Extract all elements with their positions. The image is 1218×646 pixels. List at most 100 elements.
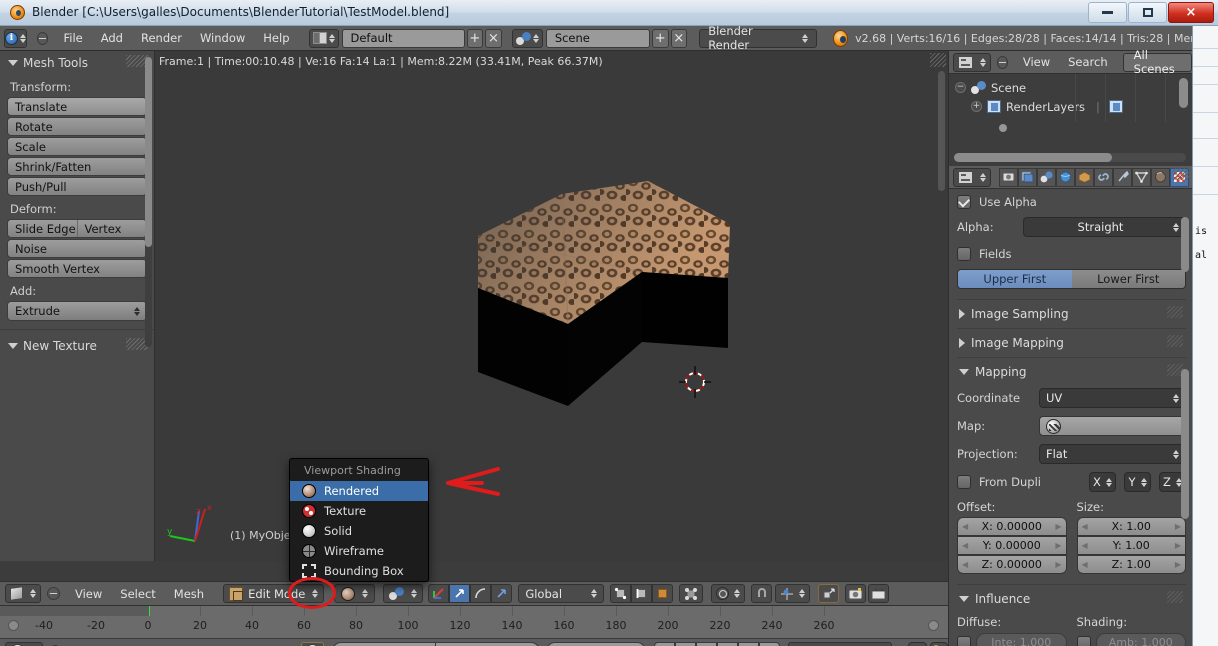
decrement-icon[interactable]: ◀ xyxy=(1082,522,1088,531)
material-tab-icon[interactable] xyxy=(1151,167,1170,187)
outliner-vertical-scrollbar[interactable] xyxy=(1179,78,1188,108)
play-button[interactable] xyxy=(716,642,738,646)
transform-orientation-selector[interactable]: Global xyxy=(518,584,605,603)
coordinate-dropdown[interactable]: UV xyxy=(1039,388,1186,408)
timeline-editor[interactable]: -40 -20 0 20 40 60 80 100 120 140 160 180 200 220 240 2… xyxy=(0,606,948,638)
size-z-field[interactable]: ◀ Z: 1.00 ▶ xyxy=(1076,555,1186,574)
collapse-menus-button[interactable] xyxy=(47,587,60,600)
increment-icon[interactable]: ▶ xyxy=(1055,522,1061,531)
render-engine-selector[interactable]: Blender Render xyxy=(699,24,818,52)
render-image-button[interactable] xyxy=(845,584,867,603)
collapse-icon[interactable]: − xyxy=(955,82,966,93)
render-tab-icon[interactable] xyxy=(999,167,1018,187)
outliner-editor[interactable]: View Search All Scenes − Scene + RenderL… xyxy=(948,48,1192,166)
alpha-dropdown[interactable]: Straight xyxy=(1023,217,1186,237)
menu-add[interactable]: Add xyxy=(92,29,132,47)
section-image-sampling[interactable]: Image Sampling xyxy=(957,302,1186,326)
outliner-horizontal-scrollbar[interactable] xyxy=(954,153,1186,162)
shading-option-rendered[interactable]: Rendered xyxy=(290,481,428,501)
offset-y-field[interactable]: ◀ Y: 0.00000 ▶ xyxy=(957,536,1067,555)
projection-dropdown[interactable]: Flat xyxy=(1039,444,1186,464)
upper-first-button[interactable]: Upper First xyxy=(958,270,1072,288)
timeline-ruler[interactable]: -40 -20 0 20 40 60 80 100 120 140 160 180 200 220 240 2… xyxy=(0,616,948,638)
menu-window[interactable]: Window xyxy=(191,29,254,47)
mapping-axis-x-button[interactable]: X xyxy=(1089,472,1116,492)
size-y-field[interactable]: ◀ Y: 1.00 ▶ xyxy=(1076,536,1186,555)
diffuse-intensity-checkbox[interactable] xyxy=(957,635,971,646)
shading-option-solid[interactable]: Solid xyxy=(290,521,428,541)
diffuse-intensity-row[interactable]: Inte: 1.000 xyxy=(957,633,1067,646)
map-field[interactable] xyxy=(1039,416,1186,436)
expand-icon[interactable]: + xyxy=(971,101,982,112)
field-order-toggle[interactable]: Upper First Lower First xyxy=(957,269,1186,289)
properties-scrollbar-top[interactable] xyxy=(1181,217,1189,272)
end-frame-field[interactable]: ◀ End: 250 ▶ xyxy=(436,642,541,646)
shading-ambient-row[interactable]: Amb: 1.000 xyxy=(1076,633,1186,646)
shading-option-texture[interactable]: Texture xyxy=(290,501,428,521)
outliner-display-mode[interactable]: All Scenes xyxy=(1122,48,1192,76)
current-frame-field[interactable]: ◀ 1 ▶ xyxy=(546,642,646,646)
object-tab-icon[interactable] xyxy=(1075,167,1094,187)
decrement-icon[interactable]: ◀ xyxy=(1082,560,1088,569)
close-button[interactable]: × xyxy=(1168,2,1214,23)
rotate-manipulator-button[interactable] xyxy=(470,584,492,603)
menu-help[interactable]: Help xyxy=(254,29,298,47)
timeline-scroll-handle-left[interactable] xyxy=(8,620,19,631)
menu-frame[interactable]: Frame xyxy=(170,643,224,646)
step-back-button[interactable] xyxy=(674,642,696,646)
renderlayers-icon[interactable] xyxy=(1108,100,1123,113)
add-scene-button[interactable]: + xyxy=(651,28,669,48)
size-x-field[interactable]: ◀ X: 1.00 ▶ xyxy=(1076,517,1186,536)
jump-end-button[interactable] xyxy=(758,642,780,646)
proportional-edit-selector[interactable] xyxy=(775,584,811,603)
screen-layout-selector[interactable] xyxy=(308,28,339,48)
editor-type-button[interactable] xyxy=(5,584,41,603)
minimize-button[interactable] xyxy=(1088,2,1127,23)
toolshelf-scrollbar[interactable] xyxy=(145,57,152,347)
scene-name-field[interactable]: Scene xyxy=(545,28,650,48)
offset-x-field[interactable]: ◀ X: 0.00000 ▶ xyxy=(957,517,1067,536)
editor-type-button[interactable]: i xyxy=(4,28,27,48)
section-mapping[interactable]: Mapping xyxy=(957,360,1186,384)
shading-mode-button[interactable] xyxy=(334,584,376,603)
data-tab-icon[interactable] xyxy=(1132,167,1151,187)
menu-mesh[interactable]: Mesh xyxy=(165,585,213,603)
panel-header-new-texture[interactable]: New Texture xyxy=(0,334,154,358)
decrement-icon[interactable]: ◀ xyxy=(1082,541,1088,550)
limit-to-visible-button[interactable] xyxy=(679,584,704,603)
section-influence[interactable]: Influence xyxy=(957,587,1186,611)
panel-header-mesh-tools[interactable]: Mesh Tools xyxy=(0,51,154,75)
shrink-fatten-button[interactable]: Shrink/Fatten xyxy=(7,157,147,176)
interaction-mode-selector[interactable]: Edit Mode xyxy=(223,584,325,603)
modifiers-tab-icon[interactable] xyxy=(1113,167,1132,187)
push-pull-button[interactable]: Push/Pull xyxy=(7,177,147,196)
render-animation-button[interactable] xyxy=(868,584,890,603)
fields-row[interactable]: Fields xyxy=(957,247,1186,261)
outliner-row-scene[interactable]: − Scene xyxy=(949,78,1192,97)
diffuse-intensity-value[interactable]: Inte: 1.000 xyxy=(976,633,1067,646)
outliner-row-renderlayers[interactable]: + RenderLayers | xyxy=(949,97,1192,116)
editor-type-button[interactable] xyxy=(953,167,991,187)
use-alpha-checkbox[interactable] xyxy=(957,195,971,209)
keying-set-button[interactable] xyxy=(929,642,949,646)
section-image-mapping[interactable]: Image Mapping xyxy=(957,331,1186,355)
maximize-button[interactable] xyxy=(1128,2,1167,23)
timeline-track[interactable] xyxy=(0,606,948,616)
editor-type-button[interactable] xyxy=(953,52,991,72)
properties-scrollbar[interactable] xyxy=(1181,369,1189,519)
increment-icon[interactable]: ▶ xyxy=(1175,541,1181,550)
properties-editor[interactable]: Use Alpha Alpha: Straight Fields Upper F… xyxy=(948,166,1192,646)
increment-icon[interactable]: ▶ xyxy=(1055,560,1061,569)
delete-screen-button[interactable]: × xyxy=(485,28,502,48)
vertex-select-button[interactable] xyxy=(610,584,632,603)
rotate-button[interactable]: Rotate xyxy=(7,117,147,136)
add-screen-button[interactable]: + xyxy=(466,28,484,48)
increment-icon[interactable]: ▶ xyxy=(1175,522,1181,531)
menu-marker[interactable]: Marker xyxy=(112,643,170,646)
decrement-icon[interactable]: ◀ xyxy=(962,522,968,531)
face-select-button[interactable] xyxy=(652,584,674,603)
viewport-scrollbar[interactable] xyxy=(938,71,945,191)
texture-paint-button[interactable] xyxy=(818,584,840,603)
world-tab-icon[interactable] xyxy=(1056,167,1075,187)
slide-edge-button[interactable]: Slide Edge xyxy=(8,220,77,237)
